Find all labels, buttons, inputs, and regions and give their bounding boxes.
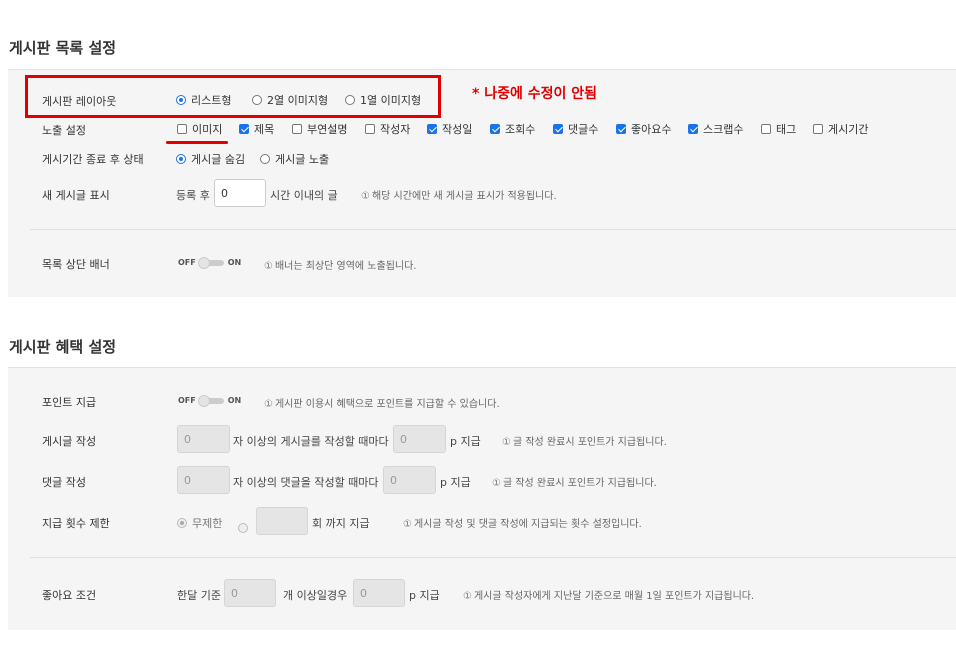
like-prefix: 한달 기준: [177, 589, 221, 602]
post-write-points-input[interactable]: 0: [393, 425, 446, 453]
after-period-label: 게시기간 종료 후 상태: [42, 153, 144, 166]
comment-write-chars-input[interactable]: 0: [177, 466, 230, 494]
like-count-input[interactable]: 0: [224, 579, 276, 607]
exposure-label: 노출 설정: [42, 124, 86, 137]
like-points-input[interactable]: 0: [353, 579, 405, 607]
toggle-knob[interactable]: [197, 256, 210, 269]
comment-write-points-input[interactable]: 0: [383, 466, 436, 494]
checkbox-icon[interactable]: [490, 124, 500, 134]
after-period-option-show[interactable]: 게시글 노출: [260, 151, 329, 167]
exposure-checkbox-views[interactable]: 조회수: [490, 121, 535, 137]
info-icon: ①: [264, 399, 273, 410]
checkbox-icon[interactable]: [688, 124, 698, 134]
like-hint: ① 게시글 작성자에게 지난달 기준으로 매월 1일 포인트가 지급됩니다.: [463, 591, 755, 602]
limit-label: 지급 횟수 제한: [42, 517, 110, 530]
new-post-suffix: 시간 이내의 글: [270, 189, 338, 202]
exposure-checkbox-comments[interactable]: 댓글수: [553, 121, 598, 137]
limit-option-custom-radio[interactable]: [238, 522, 248, 533]
checkbox-icon[interactable]: [292, 124, 302, 134]
checkbox-icon[interactable]: [761, 124, 771, 134]
banner-label: 목록 상단 배너: [42, 258, 110, 271]
exposure-checkbox-scraps[interactable]: 스크랩수: [688, 121, 743, 137]
comment-write-mid-text: 자 이상의 댓글을 작성할 때마다: [233, 476, 379, 489]
exposure-checkbox-description[interactable]: 부연설명: [292, 121, 347, 137]
info-icon: ①: [463, 591, 472, 602]
checkbox-icon[interactable]: [365, 124, 375, 134]
post-write-mid-text: 자 이상의 게시글를 작성할 때마다: [233, 435, 389, 448]
comment-write-hint: ①글 작성 완료시 포인트가 지급됩니다.: [492, 478, 657, 489]
post-write-unit: p 지급: [450, 435, 481, 448]
layout-warning-annotation: * 나중에 수정이 안됨: [472, 86, 597, 102]
like-mid-text: 개 이상일경우: [283, 589, 348, 602]
info-icon: ①: [492, 478, 501, 489]
comment-write-label: 댓글 작성: [42, 476, 86, 489]
point-toggle[interactable]: OFF ON: [178, 394, 241, 407]
info-icon: ①: [403, 519, 412, 530]
exposure-checkbox-tags[interactable]: 태그: [761, 121, 796, 137]
limit-suffix: 회 까지 지급: [312, 517, 370, 530]
list-settings-title: 게시판 목록 설정: [9, 39, 117, 57]
info-icon: ①: [502, 437, 511, 448]
point-hint: ① 게시판 이용시 혜택으로 포인트를 지급할 수 있습니다.: [264, 399, 500, 410]
post-write-chars-input[interactable]: 0: [177, 425, 230, 453]
like-unit: p 지급: [409, 589, 440, 602]
benefit-settings-title: 게시판 혜택 설정: [9, 338, 117, 356]
post-write-label: 게시글 작성: [42, 435, 97, 448]
radio-icon[interactable]: [177, 518, 187, 528]
new-post-hint: ① 해당 시간에만 새 게시글 표시가 적용됩니다.: [361, 191, 557, 202]
post-write-hint: ①글 작성 완료시 포인트가 지급됩니다.: [502, 437, 667, 448]
checkbox-icon[interactable]: [616, 124, 626, 134]
new-post-label: 새 게시글 표시: [42, 189, 110, 202]
banner-toggle[interactable]: OFF ON: [178, 256, 241, 269]
divider: [30, 557, 956, 558]
new-post-prefix: 등록 후: [176, 189, 210, 202]
info-icon: ①: [264, 261, 273, 272]
checkbox-icon[interactable]: [177, 124, 187, 134]
exposure-checkbox-date[interactable]: 작성일: [427, 121, 472, 137]
exposure-checkbox-title[interactable]: 제목: [239, 121, 274, 137]
checkbox-icon[interactable]: [239, 124, 249, 134]
divider: [30, 229, 956, 230]
highlight-underline: [166, 141, 228, 144]
radio-icon[interactable]: [176, 154, 186, 164]
limit-hint: ① 게시글 작성 및 댓글 작성에 지급되는 횟수 설정입니다.: [403, 519, 642, 530]
exposure-checkbox-likes[interactable]: 좋아요수: [616, 121, 671, 137]
checkbox-icon[interactable]: [553, 124, 563, 134]
limit-count-input[interactable]: [256, 507, 308, 535]
toggle-knob[interactable]: [197, 394, 210, 407]
new-post-hours-input[interactable]: 0: [214, 179, 266, 207]
after-period-option-hide[interactable]: 게시글 숨김: [176, 151, 245, 167]
exposure-checkbox-author[interactable]: 작성자: [365, 121, 410, 137]
point-label: 포인트 지급: [42, 396, 97, 409]
checkbox-icon[interactable]: [427, 124, 437, 134]
like-label: 좋아요 조건: [42, 589, 97, 602]
highlight-box: [25, 75, 441, 118]
banner-hint: ① 배너는 최상단 영역에 노출됩니다.: [264, 261, 417, 272]
info-icon: ①: [361, 191, 370, 202]
exposure-checkbox-period[interactable]: 게시기간: [813, 121, 868, 137]
limit-option-unlimited[interactable]: 무제한: [177, 515, 222, 531]
comment-write-unit: p 지급: [440, 476, 471, 489]
checkbox-icon[interactable]: [813, 124, 823, 134]
exposure-checkbox-image[interactable]: 이미지: [177, 121, 222, 137]
radio-icon[interactable]: [260, 154, 270, 164]
